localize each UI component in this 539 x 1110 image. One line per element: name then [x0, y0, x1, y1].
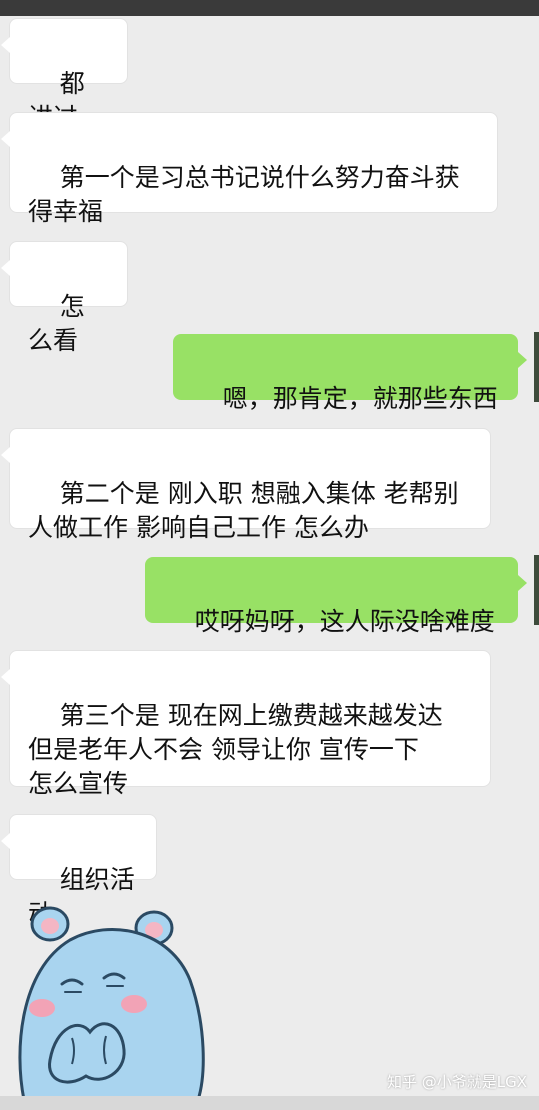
- message-bubble-sent[interactable]: 嗯，那肯定，就那些东西: [173, 334, 527, 413]
- watermark: 知乎 @小爷就是LGX: [386, 1073, 527, 1091]
- message-bubble-received[interactable]: 第二个是 刚入职 想融入集体 老帮别 人做工作 影响自己工作 怎么办: [1, 428, 491, 542]
- message-text: 第二个是 刚入职 想融入集体 老帮别 人做工作 影响自己工作 怎么办: [28, 479, 459, 542]
- message-bubble-sent[interactable]: 哎呀妈呀，这人际没啥难度: [145, 557, 527, 636]
- message-bubble-received[interactable]: 怎么看: [1, 241, 128, 355]
- message-bubble-received[interactable]: 第一个是习总书记说什么努力奋斗获 得幸福: [1, 112, 498, 226]
- avatar[interactable]: [534, 555, 539, 625]
- message-text: 嗯，那肯定，就那些东西: [222, 384, 498, 413]
- message-text: 第一个是习总书记说什么努力奋斗获 得幸福: [28, 163, 460, 226]
- blue-hippo-sticker-icon[interactable]: [10, 900, 220, 1100]
- message-bubble-received[interactable]: 都讲过: [1, 18, 128, 132]
- message-text: 哎呀妈呀，这人际没啥难度: [194, 607, 495, 636]
- status-bar: [0, 0, 539, 16]
- message-bubble-received[interactable]: 组织活动: [1, 814, 157, 928]
- avatar[interactable]: [534, 332, 539, 402]
- message-text: 怎么看: [28, 292, 85, 355]
- bottom-edge: [0, 1096, 539, 1110]
- message-text: 第三个是 现在网上缴费越来越发达 但是老年人不会 领导让你 宣传一下 怎么宣传: [28, 701, 443, 798]
- message-bubble-received[interactable]: 第三个是 现在网上缴费越来越发达 但是老年人不会 领导让你 宣传一下 怎么宣传: [1, 650, 491, 798]
